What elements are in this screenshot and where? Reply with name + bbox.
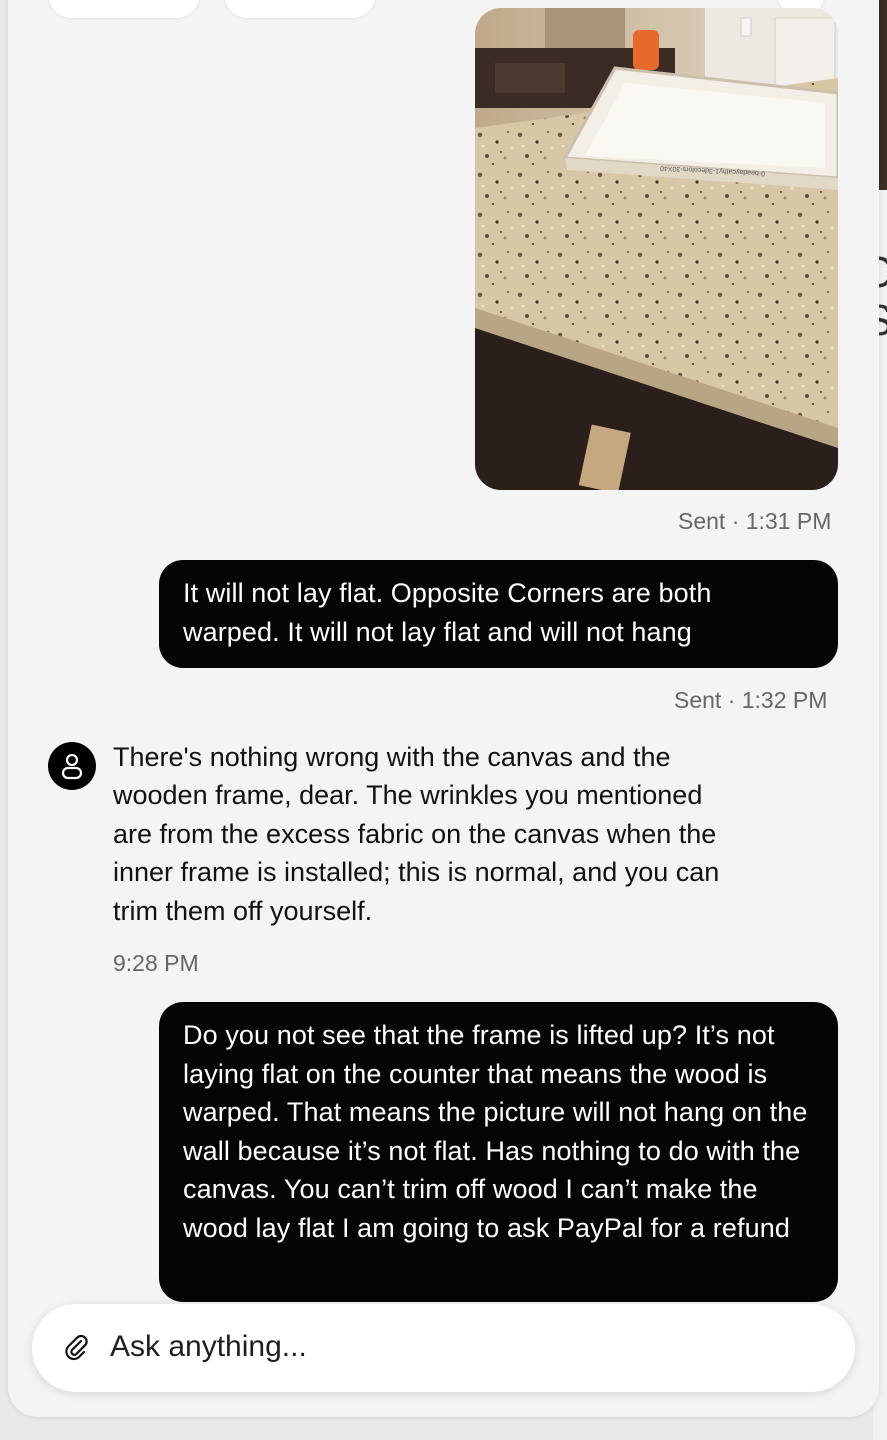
outgoing-message-bubble[interactable]: Do you not see that the frame is lifted … — [159, 1002, 838, 1302]
message-text: It will not lay flat. Opposite Corners a… — [183, 578, 712, 647]
message-status: Sent · 1:32 PM — [674, 687, 828, 713]
seller-avatar[interactable] — [48, 742, 96, 790]
message-composer — [32, 1304, 855, 1392]
person-icon — [61, 753, 83, 780]
chat-sheet: 0-beadaycathy1-3decolors-30X40 Sent · 1:… — [8, 0, 879, 1417]
header-action-button[interactable] — [224, 0, 376, 18]
photo-canvas-on-counter: 0-beadaycathy1-3decolors-30X40 — [475, 8, 838, 490]
background-page-image — [879, 0, 887, 190]
header-action-button[interactable] — [48, 0, 200, 18]
paperclip-icon[interactable] — [62, 1332, 92, 1362]
message-text: Do you not see that the frame is lifted … — [183, 1020, 808, 1243]
message-photo[interactable]: 0-beadaycathy1-3decolors-30X40 — [475, 8, 838, 490]
message-text: There's nothing wrong with the canvas an… — [113, 742, 720, 926]
chat-screen: C S — [0, 0, 887, 1440]
message-time: 9:28 PM — [113, 950, 199, 976]
message-status: Sent · 1:31 PM — [678, 508, 832, 534]
message-input[interactable] — [110, 1326, 810, 1368]
outgoing-message-bubble[interactable]: It will not lay flat. Opposite Corners a… — [159, 560, 838, 668]
incoming-message: There's nothing wrong with the canvas an… — [113, 738, 723, 930]
